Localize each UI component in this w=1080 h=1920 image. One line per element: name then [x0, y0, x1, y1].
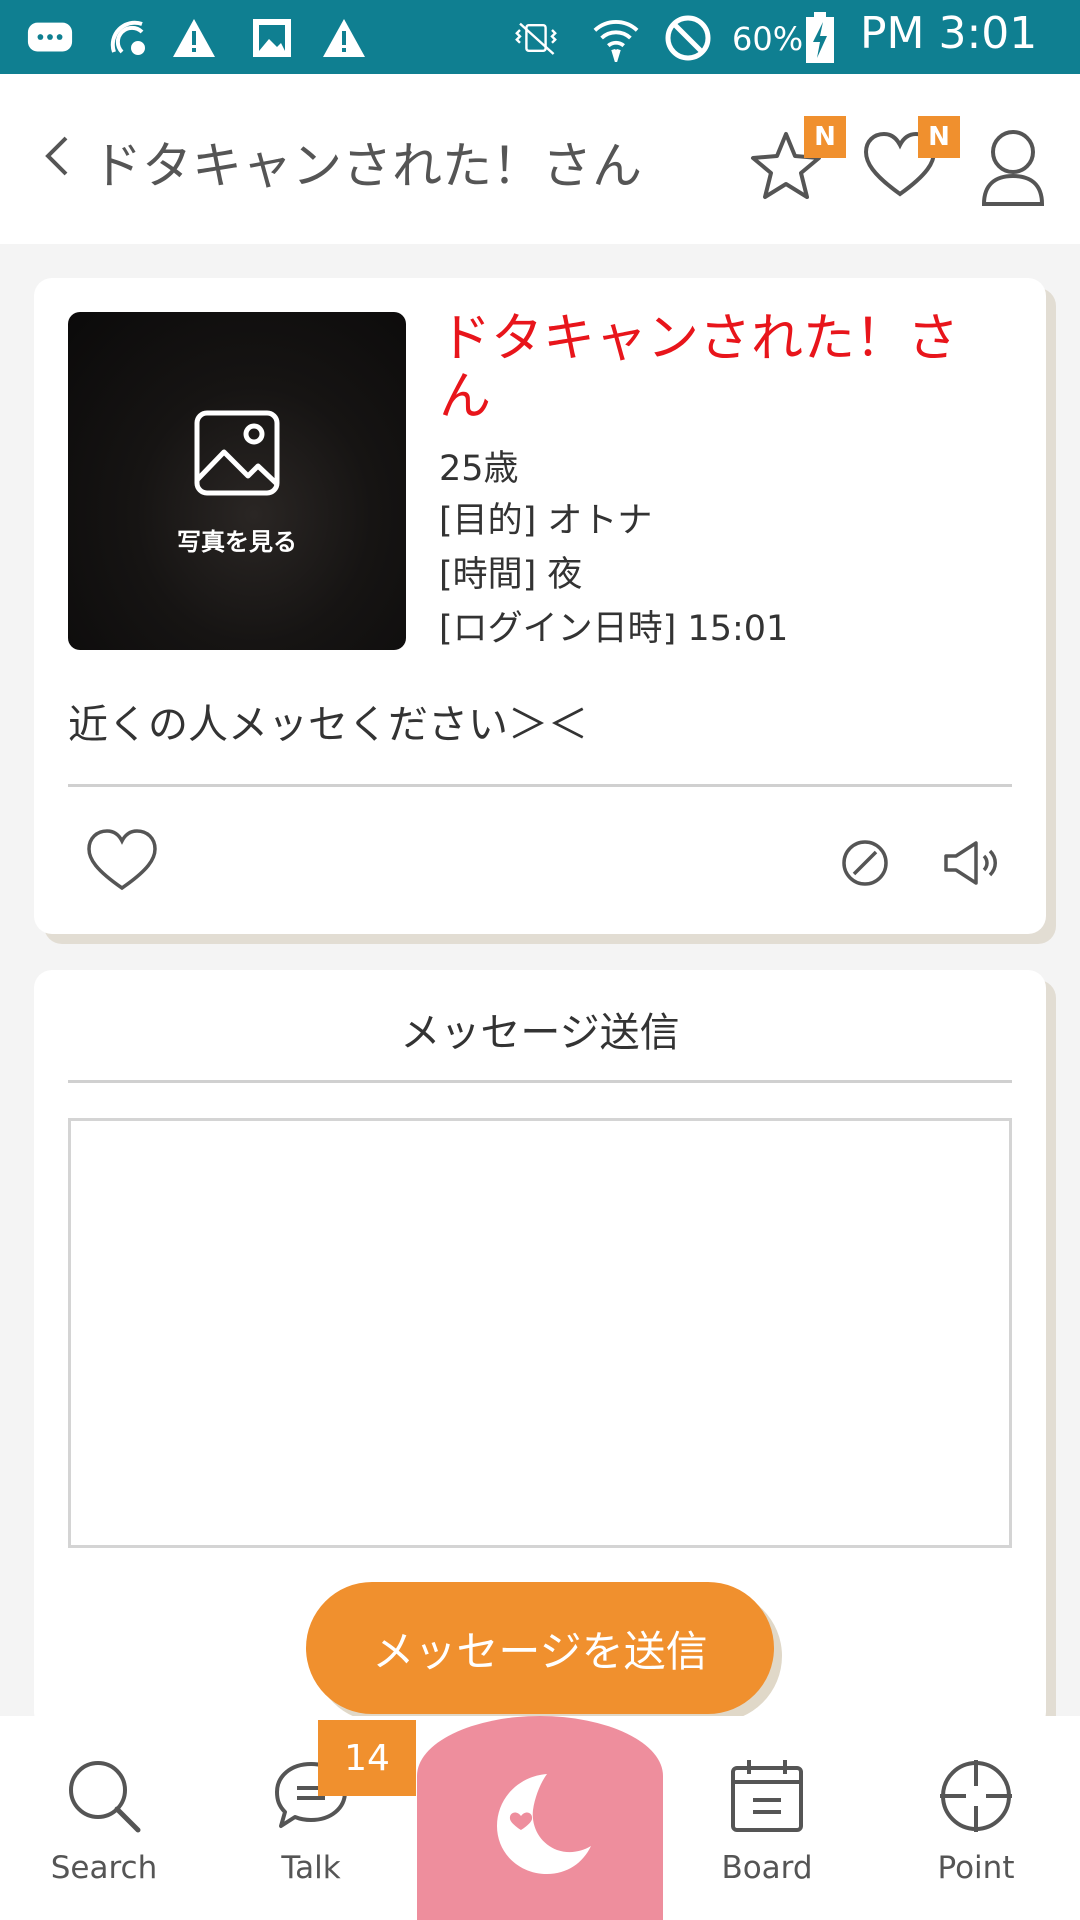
profile-name: ドタキャンされた！さん	[439, 309, 960, 427]
send-message-button[interactable]: メッセージを送信	[306, 1582, 774, 1714]
wifi-icon	[592, 14, 640, 62]
nav-label: Board	[721, 1850, 813, 1886]
likes-button[interactable]: N	[862, 114, 960, 204]
profile-purpose: [目的] オトナ	[439, 501, 653, 541]
nav-point[interactable]: Point	[906, 1756, 1046, 1906]
nav-label: Talk	[281, 1850, 341, 1886]
image-icon	[194, 410, 280, 496]
crosshair-icon	[940, 1760, 1012, 1832]
user-icon	[981, 130, 1045, 206]
nav-label: Point	[937, 1850, 1015, 1886]
status-bar: 60% PM 3:01	[0, 0, 1080, 74]
vibrate-mute-icon	[512, 14, 560, 62]
search-icon	[69, 1761, 141, 1833]
message-textarea[interactable]	[68, 1118, 1012, 1548]
hotspot-icon	[104, 14, 152, 62]
battery-charging-icon	[800, 12, 840, 63]
app-header: ドタキャンされた！さん N N	[0, 74, 1080, 244]
board-icon	[731, 1760, 803, 1832]
nav-home-center-button[interactable]	[417, 1716, 663, 1920]
new-badge: N	[804, 116, 846, 158]
clock: PM 3:01	[860, 8, 1038, 59]
like-heart-icon[interactable]	[86, 828, 158, 892]
divider	[68, 784, 1012, 787]
profile-photo[interactable]: 写真を見る	[68, 312, 406, 650]
nav-label: Search	[50, 1850, 158, 1886]
nav-search[interactable]: Search	[34, 1756, 174, 1906]
mypage-button[interactable]	[978, 114, 1058, 206]
new-badge: N	[918, 116, 960, 158]
profile-login: [ログイン日時] 15:01	[439, 609, 789, 649]
talk-unread-badge: 14	[318, 1720, 416, 1796]
battery-percent: 60%	[732, 20, 804, 58]
page-title: ドタキャンされた！さん	[92, 137, 642, 195]
message-section-title: メッセージ送信	[400, 1010, 680, 1056]
profile-message: 近くの人メッセください＞＜	[68, 702, 588, 748]
warning-icon	[170, 14, 218, 62]
profile-age: 25歳	[439, 449, 519, 489]
divider	[68, 1080, 1012, 1083]
moon-heart-logo-icon	[497, 1774, 591, 1874]
favorites-button[interactable]: N	[748, 114, 846, 204]
warning-icon	[320, 14, 368, 62]
profile-card: 写真を見る ドタキャンされた！さん 25歳 [目的] オトナ [時間] 夜 [ロ…	[34, 278, 1046, 934]
image-icon	[248, 14, 296, 62]
profile-time: [時間] 夜	[439, 555, 583, 595]
block-icon[interactable]	[840, 838, 890, 888]
blocked-icon	[664, 14, 712, 62]
back-button[interactable]	[36, 126, 76, 186]
chat-bubble-icon	[26, 14, 74, 62]
view-photo-label: 写真を見る	[177, 528, 297, 556]
nav-board[interactable]: Board	[697, 1756, 837, 1906]
report-megaphone-icon[interactable]	[942, 838, 1002, 888]
